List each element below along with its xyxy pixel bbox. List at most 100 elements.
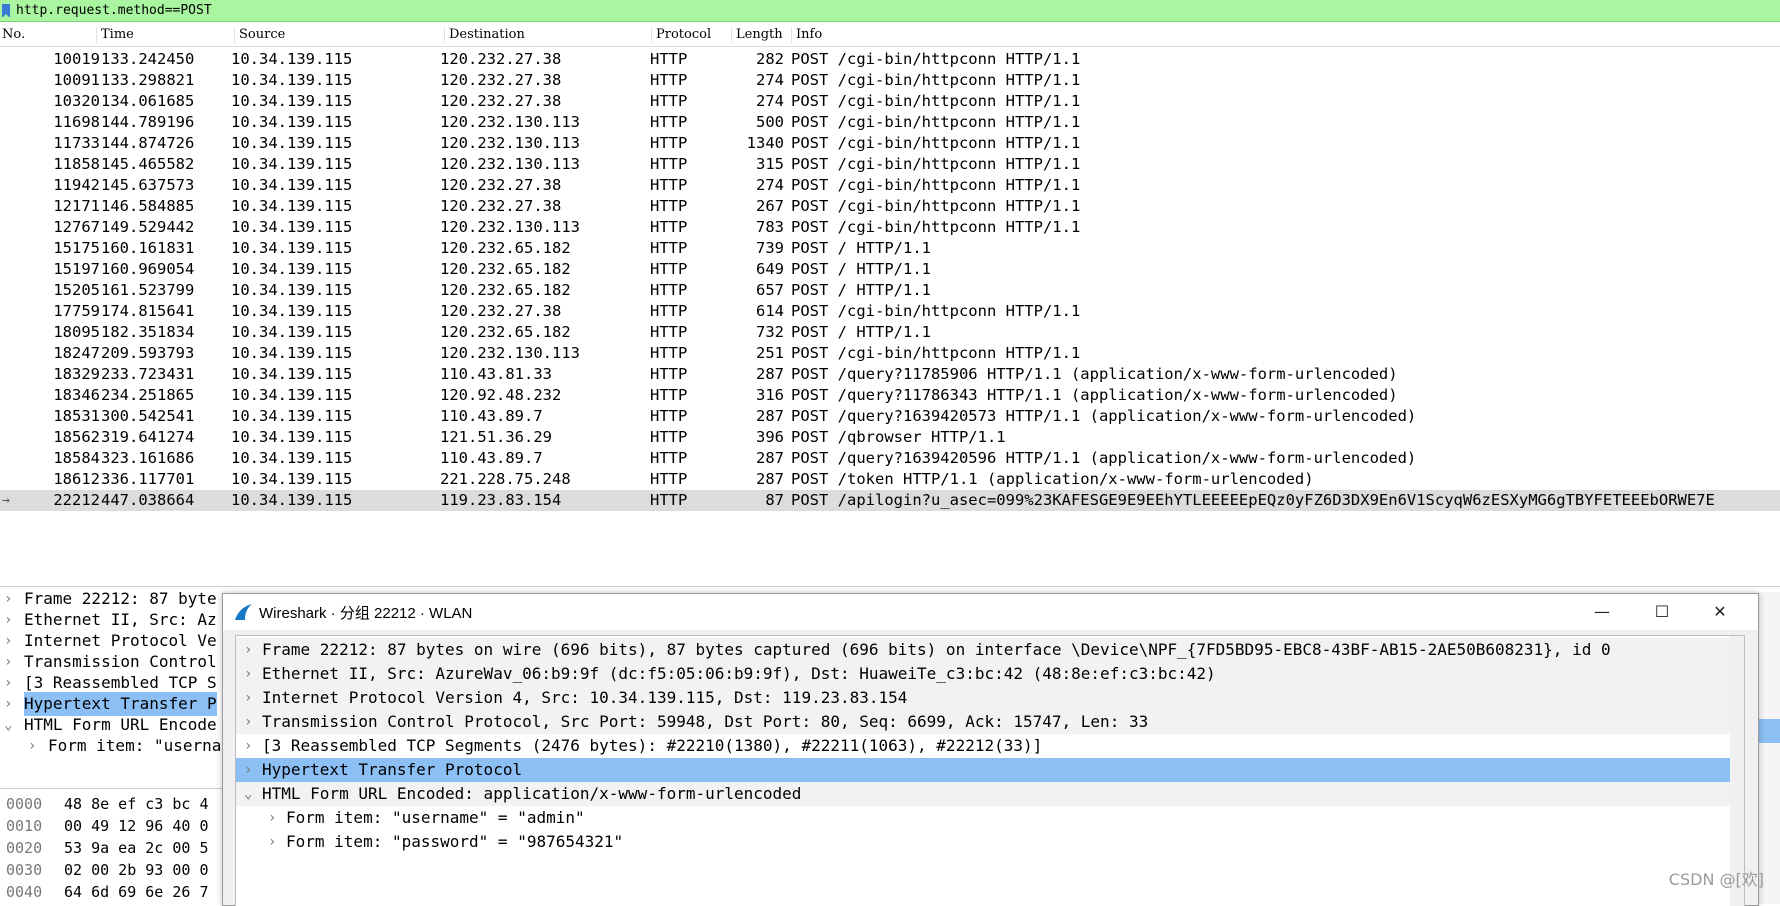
column-no[interactable]: No. [0,27,97,43]
packet-destination: 120.92.48.232 [440,386,562,404]
packet-row[interactable]: 15205 161.523799 10.34.139.115 120.232.65.1… [0,280,1780,301]
chevron-right-icon[interactable]: › [268,830,276,854]
packet-source: 10.34.139.115 [231,407,353,425]
packet-length: 500 [756,113,784,131]
packet-length: 274 [756,71,784,89]
hex-bytes[interactable]: 00 49 12 96 40 0 [64,815,209,837]
packet-row[interactable]: 10019 133.242450 10.34.139.115 120.232.27.3… [0,49,1780,70]
tree-item-tcp[interactable]: › Transmission Control Protocol, Src Port… [236,710,1744,734]
chevron-right-icon[interactable]: › [244,734,252,758]
packet-source: 10.34.139.115 [231,344,353,362]
packet-row[interactable]: 12767 149.529442 10.34.139.115 120.232.130.… [0,217,1780,238]
packet-row[interactable]: 18612 336.117701 10.34.139.115 221.228.75.2… [0,469,1780,490]
packet-length: 649 [756,260,784,278]
tree-item-form-urlencoded[interactable]: ⌄ HTML Form URL Encoded: application/x-ww… [236,782,1744,806]
window-titlebar[interactable]: Wireshark · 分组 22212 · WLAN — ☐ ✕ [223,594,1758,630]
packet-row[interactable]: → 22212 447.038664 10.34.139.115 119.23.83.1… [0,490,1780,511]
tree-item-ethernet[interactable]: › Ethernet II, Src: AzureWav_06:b9:9f (dc… [236,662,1744,686]
packet-time: 319.641274 [101,428,195,446]
packet-length: 282 [756,50,784,68]
packet-no: 11698 [53,113,100,131]
packet-row[interactable]: 15175 160.161831 10.34.139.115 120.232.65.1… [0,238,1780,259]
packet-row[interactable]: 11942 145.637573 10.34.139.115 120.232.27.3… [0,175,1780,196]
packet-row[interactable]: 18329 233.723431 10.34.139.115 110.43.81.33… [0,364,1780,385]
packet-row[interactable]: 15197 160.969054 10.34.139.115 120.232.65.1… [0,259,1780,280]
hex-bytes[interactable]: 64 6d 69 6e 26 7 [64,881,209,903]
column-destination[interactable]: Destination [444,27,649,43]
packet-row[interactable]: 12171 146.584885 10.34.139.115 120.232.27.3… [0,196,1780,217]
tree-item-reassembled[interactable]: › [3 Reassembled TCP Segments (2476 bytes… [236,734,1744,758]
hex-bytes[interactable]: 02 00 2b 93 00 0 [64,859,209,881]
tree-item-ip[interactable]: › Internet Protocol Version 4, Src: 10.34… [236,686,1744,710]
packet-row[interactable]: 18531 300.542541 10.34.139.115 110.43.89.7 H… [0,406,1780,427]
packet-protocol: HTTP [650,134,688,152]
packet-row[interactable]: 18562 319.641274 10.34.139.115 121.51.36.29… [0,427,1780,448]
chevron-right-icon[interactable]: › [244,710,252,734]
close-button[interactable]: ✕ [1692,594,1748,630]
column-length[interactable]: Length [731,27,791,43]
packet-no: 10019 [53,50,100,68]
chevron-right-icon[interactable]: › [244,686,252,710]
tree-item-form-username[interactable]: › Form item: "username" = "admin" [236,806,1744,830]
packet-protocol: HTTP [650,92,688,110]
packet-source: 10.34.139.115 [231,449,353,467]
packet-time: 300.542541 [101,407,195,425]
chevron-right-icon[interactable]: › [244,758,252,782]
packet-length: 267 [756,197,784,215]
packet-protocol: HTTP [650,218,688,236]
packet-source: 10.34.139.115 [231,302,353,320]
chevron-right-icon[interactable]: › [244,662,252,686]
column-source[interactable]: Source [234,27,435,43]
packet-time: 145.637573 [101,176,195,194]
packet-info: POST / HTTP/1.1 [791,323,931,341]
hex-bytes[interactable]: 48 8e ef c3 bc 4 [64,793,209,815]
packet-row[interactable]: 11733 144.874726 10.34.139.115 120.232.130.… [0,133,1780,154]
hex-bytes[interactable]: 53 9a ea 2c 00 5 [64,837,209,859]
packet-time: 144.874726 [101,134,195,152]
packet-row[interactable]: 10320 134.061685 10.34.139.115 120.232.27.3… [0,91,1780,112]
chevron-right-icon[interactable]: › [28,734,36,758]
column-info[interactable]: Info [791,27,1776,43]
packet-no: 18584 [53,449,100,467]
chevron-down-icon[interactable]: ⌄ [244,782,252,806]
tree-item-form-password[interactable]: › Form item: "password" = "987654321" [236,830,1744,854]
packet-no: 11858 [53,155,100,173]
packet-time: 209.593793 [101,344,195,362]
packet-time: 133.242450 [101,50,195,68]
packet-row[interactable]: 18247 209.593793 10.34.139.115 120.232.130.… [0,343,1780,364]
packet-row[interactable]: 18095 182.351834 10.34.139.115 120.232.65.1… [0,322,1780,343]
packet-row[interactable]: 17759 174.815641 10.34.139.115 120.232.27.3… [0,301,1780,322]
maximize-button[interactable]: ☐ [1634,594,1690,630]
packet-protocol: HTTP [650,260,688,278]
packet-length: 396 [756,428,784,446]
details-pane-edge [1757,592,1780,904]
chevron-right-icon[interactable]: › [268,806,276,830]
chevron-right-icon[interactable]: › [244,638,252,662]
wireshark-fin-icon [235,604,252,620]
packet-info: POST /query?11785906 HTTP/1.1 (applicati… [791,365,1398,383]
packet-length: 251 [756,344,784,362]
tree-item-frame[interactable]: › Frame 22212: 87 bytes on wire (696 bits… [236,638,1744,662]
packet-length: 287 [756,449,784,467]
packet-row[interactable]: 11698 144.789196 10.34.139.115 120.232.130.… [0,112,1780,133]
packet-details-tree: › Frame 22212: 87 bytes on wire (696 bits… [235,635,1745,906]
packet-source: 10.34.139.115 [231,239,353,257]
column-time[interactable]: Time [96,27,226,43]
tree-item-http[interactable]: › Hypertext Transfer Protocol [236,758,1744,782]
packet-protocol: HTTP [650,155,688,173]
packet-no: 15197 [53,260,100,278]
packet-row[interactable]: 18346 234.251865 10.34.139.115 120.92.48.23… [0,385,1780,406]
minimize-button[interactable]: — [1574,594,1630,630]
display-filter-input[interactable] [16,2,1772,19]
packet-info: POST / HTTP/1.1 [791,281,931,299]
column-protocol[interactable]: Protocol [651,27,730,43]
bookmark-icon[interactable] [2,4,10,18]
packet-no: 18329 [53,365,100,383]
packet-destination: 120.232.27.38 [440,302,562,320]
packet-length: 87 [765,491,784,509]
packet-row[interactable]: 11858 145.465582 10.34.139.115 120.232.130.… [0,154,1780,175]
packet-row[interactable]: 10091 133.298821 10.34.139.115 120.232.27.3… [0,70,1780,91]
packet-protocol: HTTP [650,449,688,467]
packet-time: 336.117701 [101,470,195,488]
packet-row[interactable]: 18584 323.161686 10.34.139.115 110.43.89.7 H… [0,448,1780,469]
